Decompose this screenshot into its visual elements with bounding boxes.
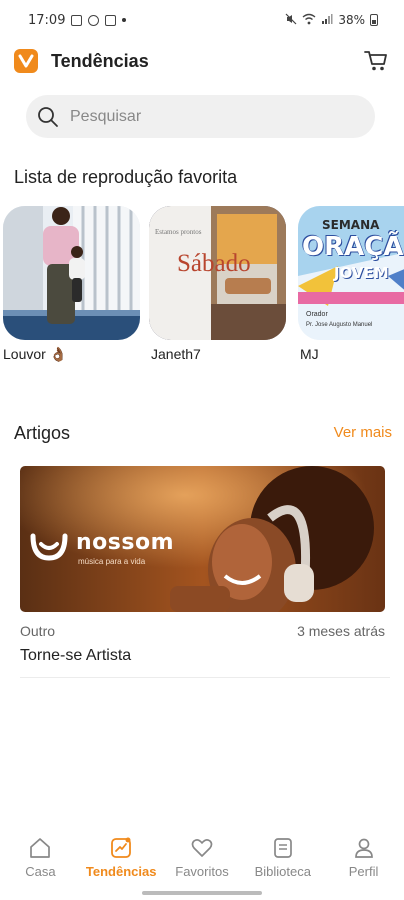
playlist-cover-text-sabado: Sábado — [177, 250, 251, 277]
playlist-cover-louvor — [3, 206, 140, 340]
article-banner-brand: nossom — [76, 530, 175, 555]
nav-label-favoritos: Favoritos — [175, 864, 229, 879]
cart-button[interactable] — [362, 47, 390, 75]
playlist-cover-text-jovem: JOVEM — [334, 264, 389, 282]
nav-label-tendencias: Tendências — [85, 864, 157, 879]
search-icon — [36, 105, 60, 129]
playlists-title: Lista de reprodução favorita — [14, 167, 238, 187]
nav-item-favoritos[interactable]: Favoritos — [162, 835, 242, 879]
article-meta: Outro 3 meses atrás — [20, 623, 385, 639]
divider — [20, 677, 390, 678]
article-time: 3 meses atrás — [297, 623, 385, 639]
nav-item-perfil[interactable]: Perfil — [324, 835, 404, 879]
articles-title: Artigos — [14, 423, 71, 443]
see-more-link[interactable]: Ver mais — [334, 424, 392, 441]
signal-icon — [321, 13, 333, 28]
article-title[interactable]: Torne-se Artista — [20, 647, 131, 665]
app-logo-icon — [14, 49, 38, 73]
playlist-label-louvor[interactable]: Louvor 👌🏾 — [3, 346, 67, 363]
home-indicator[interactable] — [142, 891, 262, 895]
mute-icon — [285, 13, 297, 28]
nav-label-perfil: Perfil — [348, 864, 379, 879]
playlist-label-mj[interactable]: MJ — [300, 346, 319, 362]
battery-percent: 38% — [338, 13, 365, 27]
wifi-icon — [302, 13, 316, 28]
article-card[interactable]: nossom música para a vida — [20, 466, 385, 612]
heart-icon — [189, 835, 215, 861]
bottom-nav: Casa Tendências Favoritos Biblioteca Per… — [0, 828, 404, 886]
nossom-logo-icon — [28, 524, 70, 566]
svg-text:Orador: Orador — [306, 311, 328, 318]
app-header: Tendências — [0, 44, 404, 78]
more-notifications-icon — [122, 18, 127, 22]
profile-icon — [351, 835, 377, 861]
playlist-label-janeth7[interactable]: Janeth7 — [151, 346, 201, 362]
youtube-notification-icon — [105, 14, 117, 26]
playlist-carousel[interactable]: Louvor 👌🏾 Estamos prontos Sábado Janeth7… — [0, 206, 404, 376]
nav-item-biblioteca[interactable]: Biblioteca — [243, 835, 323, 879]
battery-icon — [370, 14, 378, 26]
search-bar[interactable] — [26, 95, 375, 138]
sync-notification-icon — [88, 14, 100, 26]
article-category: Outro — [20, 623, 56, 639]
nav-item-tendencias[interactable]: Tendências — [81, 835, 161, 879]
nav-label-biblioteca: Biblioteca — [254, 864, 311, 879]
status-time: 17:09 — [28, 12, 66, 28]
article-banner-image — [20, 466, 385, 612]
nav-item-casa[interactable]: Casa — [0, 835, 80, 879]
page-title: Tendências — [51, 50, 149, 71]
library-icon — [270, 835, 296, 861]
playlist-card-mj[interactable]: Orador Pr. Jose Augusto Manuel SEMANA OR… — [298, 206, 404, 340]
svg-text:Estamos prontos: Estamos prontos — [155, 228, 202, 236]
nav-label-casa: Casa — [25, 864, 56, 879]
trending-icon — [108, 835, 134, 861]
gallery-notification-icon — [71, 14, 83, 26]
status-bar: 17:09 38% — [0, 0, 404, 40]
home-icon — [27, 835, 53, 861]
playlist-card-louvor[interactable] — [3, 206, 140, 340]
article-banner-tagline: música para a vida — [78, 557, 146, 566]
svg-text:Pr. Jose Augusto Manuel: Pr. Jose Augusto Manuel — [306, 322, 372, 328]
cart-icon — [364, 51, 387, 71]
search-input[interactable] — [70, 107, 350, 126]
playlist-card-janeth7[interactable]: Estamos prontos Sábado — [149, 206, 286, 340]
playlist-cover-text-oraca: ORAÇÃ — [302, 232, 404, 262]
playlist-cover-text-semana: SEMANA — [322, 218, 380, 232]
